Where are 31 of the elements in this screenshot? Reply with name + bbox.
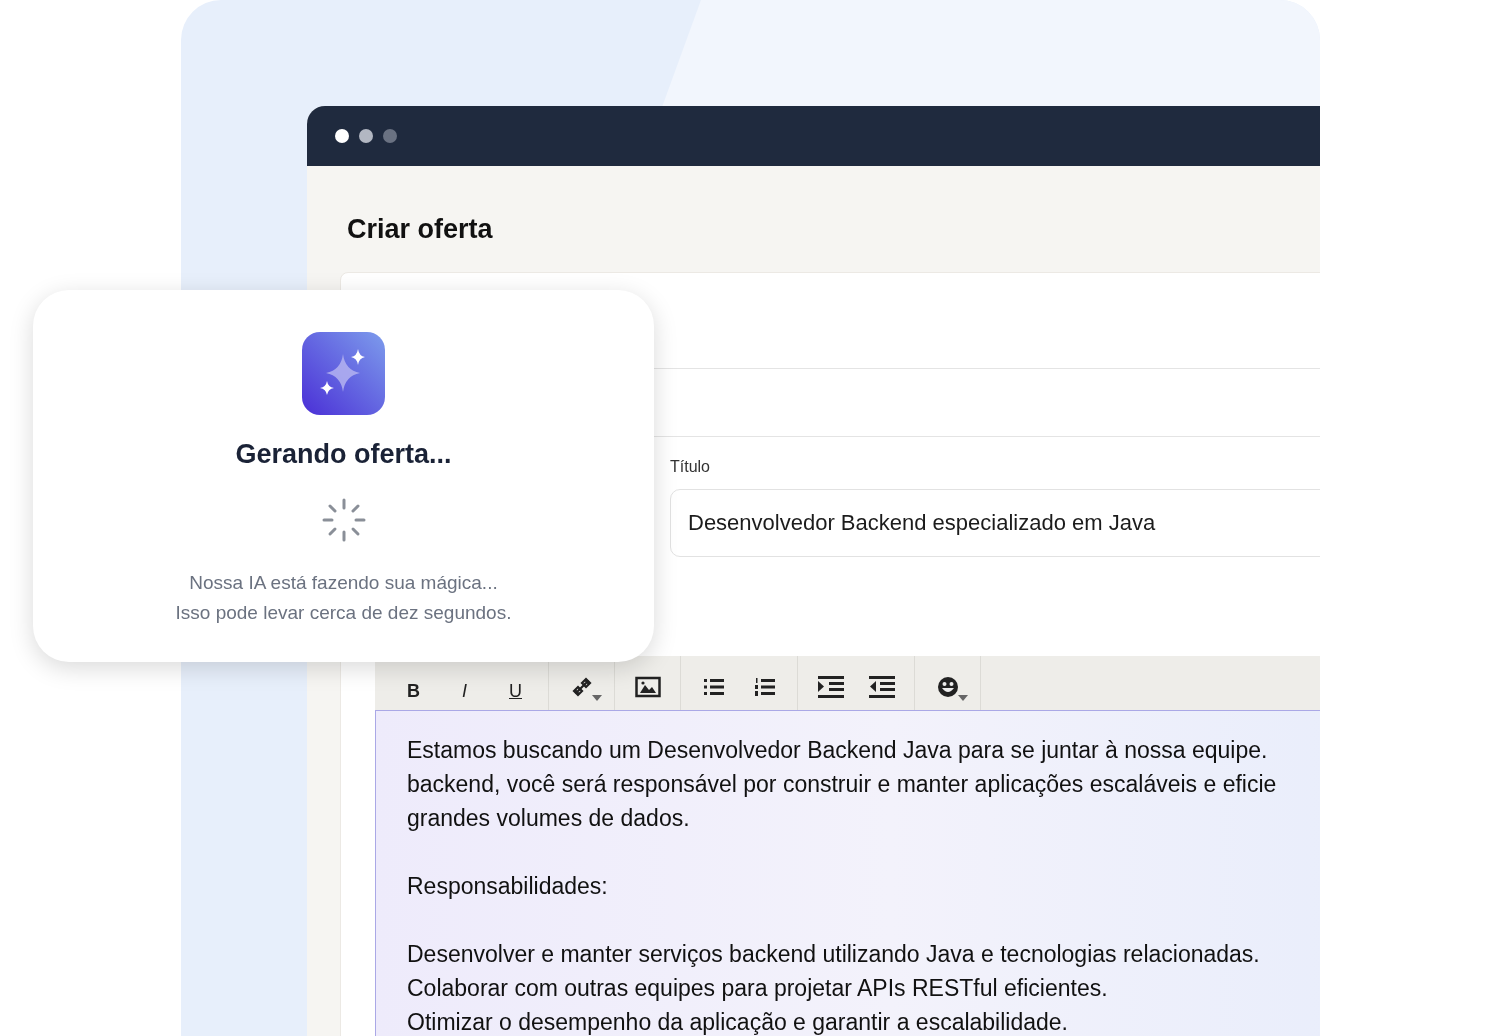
editor-text-line: Estamos buscando um Desenvolvedor Backend Java para se juntar à nossa equipe. <box>407 736 1269 765</box>
dialog-title: Gerando oferta... <box>235 439 452 470</box>
editor-text-line: Colaborar com outras equipes para projetar APIs RESTful eficientes. <box>407 974 1109 1003</box>
image-icon <box>634 676 661 698</box>
editor-text-line: Desenvolver e manter serviços backend utilizando Java e tecnologias relacionadas. <box>407 940 1261 969</box>
window-dot-icon <box>335 129 349 143</box>
smiley-icon <box>936 676 959 698</box>
text-editor[interactable] <box>375 710 1320 1036</box>
outdent-icon <box>867 675 896 699</box>
dialog-message: Nossa IA está fazendo sua mágica... <box>189 571 498 595</box>
title-input[interactable]: Desenvolvedor Backend especializado em Java <box>670 489 1320 557</box>
editor-text-line: Responsabilidades: <box>407 872 609 901</box>
bullet-list-icon <box>702 677 725 697</box>
bold-button[interactable]: B <box>391 661 436 705</box>
numbered-list-icon <box>753 677 776 697</box>
loading-spinner-icon <box>321 498 366 542</box>
italic-button[interactable]: I <box>442 661 487 705</box>
sparkle-icon <box>302 332 385 415</box>
field-label: Título <box>670 458 711 476</box>
editor-text-line: backend, você será responsável por construir e manter aplicações escaláveis e eficie <box>407 770 1278 799</box>
link-icon <box>571 677 592 697</box>
dialog-message: Isso pode levar cerca de dez segundos. <box>175 601 512 625</box>
caret-icon <box>592 695 602 701</box>
window-dot-icon <box>359 129 373 143</box>
indent-icon <box>816 675 845 699</box>
underline-button[interactable]: U <box>493 661 538 705</box>
editor-text-line: grandes volumes de dados. <box>407 804 691 833</box>
window-dot-icon <box>383 129 397 143</box>
page-title: Criar oferta <box>346 213 494 246</box>
editor-text-line: Otimizar o desempenho da aplicação e garantir a escalabilidade. <box>407 1008 1069 1036</box>
caret-icon <box>958 695 968 701</box>
